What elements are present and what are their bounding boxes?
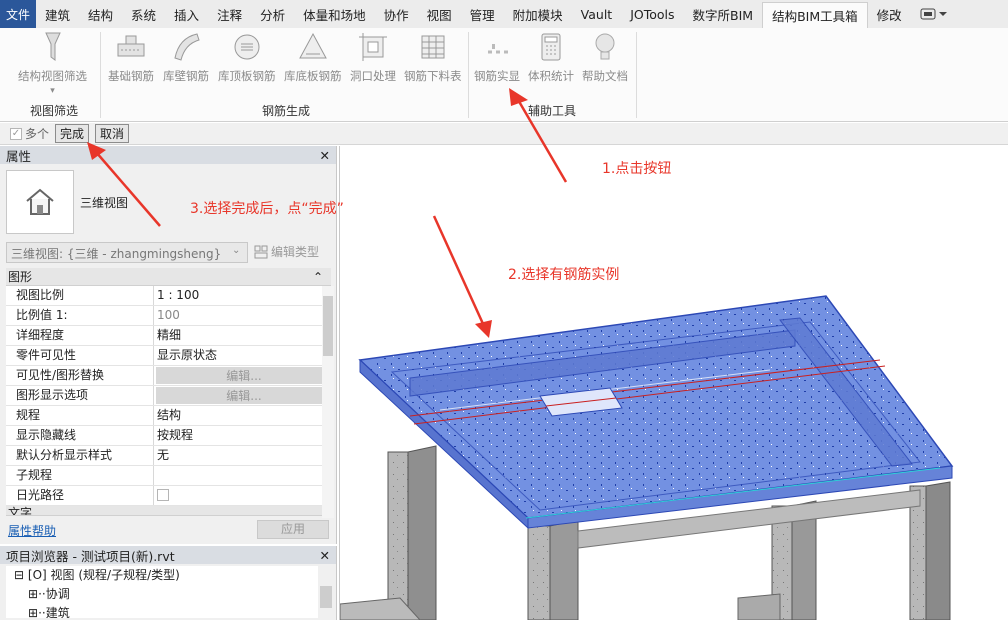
annotation-step-2: 2.选择有钢筋实例 [508,267,620,283]
arrow-head [87,142,106,160]
arrow-head [509,88,528,106]
arrow-to-rebar-button [515,97,568,183]
annotation-arrows [87,88,568,338]
annotation-step-1: 1.点击按钮 [602,161,672,177]
arrow-to-finish-button [95,151,161,227]
arrow-head [475,320,492,338]
annotation-step-3: 3.选择完成后，点“完成” [190,201,344,217]
arrow-to-slab [432,215,486,327]
